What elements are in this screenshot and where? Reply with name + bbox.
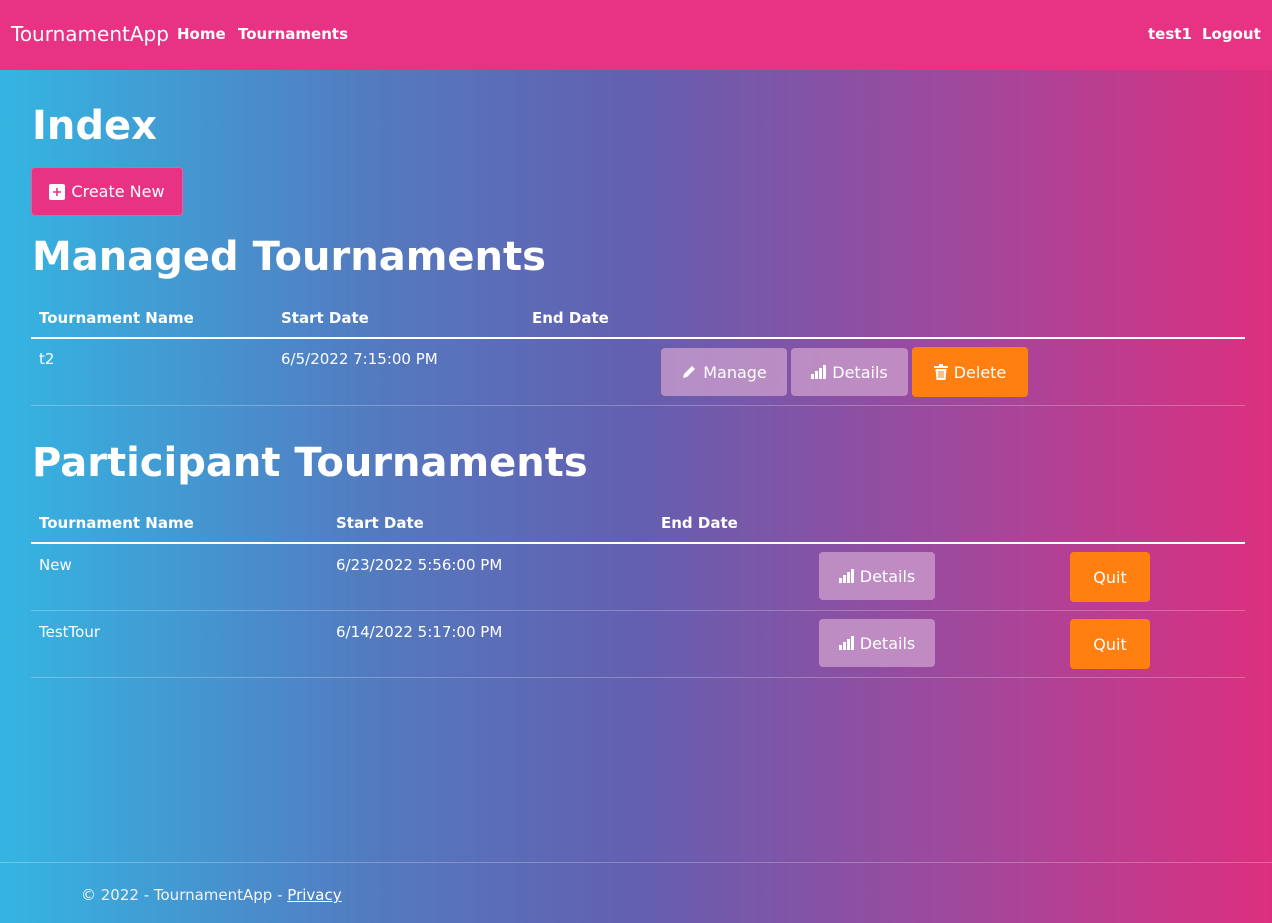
participant-header-start: Start Date bbox=[336, 514, 424, 532]
details-label: Details bbox=[859, 566, 916, 586]
participant-header-name: Tournament Name bbox=[39, 514, 194, 532]
logout-link[interactable]: Logout bbox=[1202, 25, 1261, 43]
page-title: Index bbox=[32, 103, 157, 149]
plus-square-icon bbox=[49, 183, 66, 200]
details-label: Details bbox=[859, 633, 916, 653]
create-new-label: Create New bbox=[71, 182, 165, 201]
row-divider bbox=[31, 405, 1245, 406]
footer: © 2022 - TournamentApp - Privacy bbox=[81, 886, 342, 904]
delete-label: Delete bbox=[953, 362, 1007, 382]
quit-button[interactable]: Quit bbox=[1070, 619, 1150, 669]
quit-button[interactable]: Quit bbox=[1070, 552, 1150, 602]
row-name: New bbox=[39, 556, 72, 574]
managed-header-start: Start Date bbox=[281, 309, 369, 327]
manage-button[interactable]: Manage bbox=[661, 348, 787, 396]
bar-chart-icon bbox=[838, 636, 854, 650]
bar-chart-icon bbox=[838, 569, 854, 583]
details-button[interactable]: Details bbox=[819, 619, 935, 667]
row-name: TestTour bbox=[39, 623, 101, 641]
row-divider bbox=[31, 610, 1245, 611]
bar-chart-icon bbox=[811, 365, 827, 379]
details-button[interactable]: Details bbox=[791, 348, 908, 396]
managed-header-name: Tournament Name bbox=[39, 309, 194, 327]
pencil-icon bbox=[681, 364, 697, 380]
nav-home-link[interactable]: Home bbox=[177, 25, 226, 43]
details-button[interactable]: Details bbox=[819, 552, 935, 600]
row-start-date: 6/23/2022 5:56:00 PM bbox=[336, 556, 503, 574]
create-new-button[interactable]: Create New bbox=[31, 167, 183, 216]
brand-link[interactable]: TournamentApp bbox=[11, 22, 169, 46]
row-name: t2 bbox=[39, 350, 55, 368]
user-link[interactable]: test1 bbox=[1148, 25, 1192, 43]
trash-icon bbox=[933, 364, 948, 380]
navbar: TournamentApp Home Tournaments test1 Log… bbox=[0, 0, 1272, 70]
footer-copyright: © 2022 - TournamentApp - bbox=[81, 886, 288, 904]
participant-header-end: End Date bbox=[661, 514, 738, 532]
row-divider bbox=[31, 677, 1245, 678]
privacy-link[interactable]: Privacy bbox=[287, 886, 341, 904]
participant-heading: Participant Tournaments bbox=[32, 440, 588, 486]
footer-divider bbox=[0, 862, 1272, 863]
quit-label: Quit bbox=[1093, 634, 1127, 654]
participant-header-divider bbox=[31, 542, 1245, 544]
delete-button[interactable]: Delete bbox=[912, 347, 1028, 397]
nav-tournaments-link[interactable]: Tournaments bbox=[238, 25, 348, 43]
row-start-date: 6/14/2022 5:17:00 PM bbox=[336, 623, 503, 641]
managed-heading: Managed Tournaments bbox=[32, 234, 546, 280]
manage-label: Manage bbox=[703, 362, 767, 382]
details-label: Details bbox=[832, 362, 888, 382]
managed-header-divider bbox=[31, 337, 1245, 339]
managed-header-end: End Date bbox=[532, 309, 609, 327]
quit-label: Quit bbox=[1093, 567, 1127, 587]
row-start-date: 6/5/2022 7:15:00 PM bbox=[281, 350, 438, 368]
